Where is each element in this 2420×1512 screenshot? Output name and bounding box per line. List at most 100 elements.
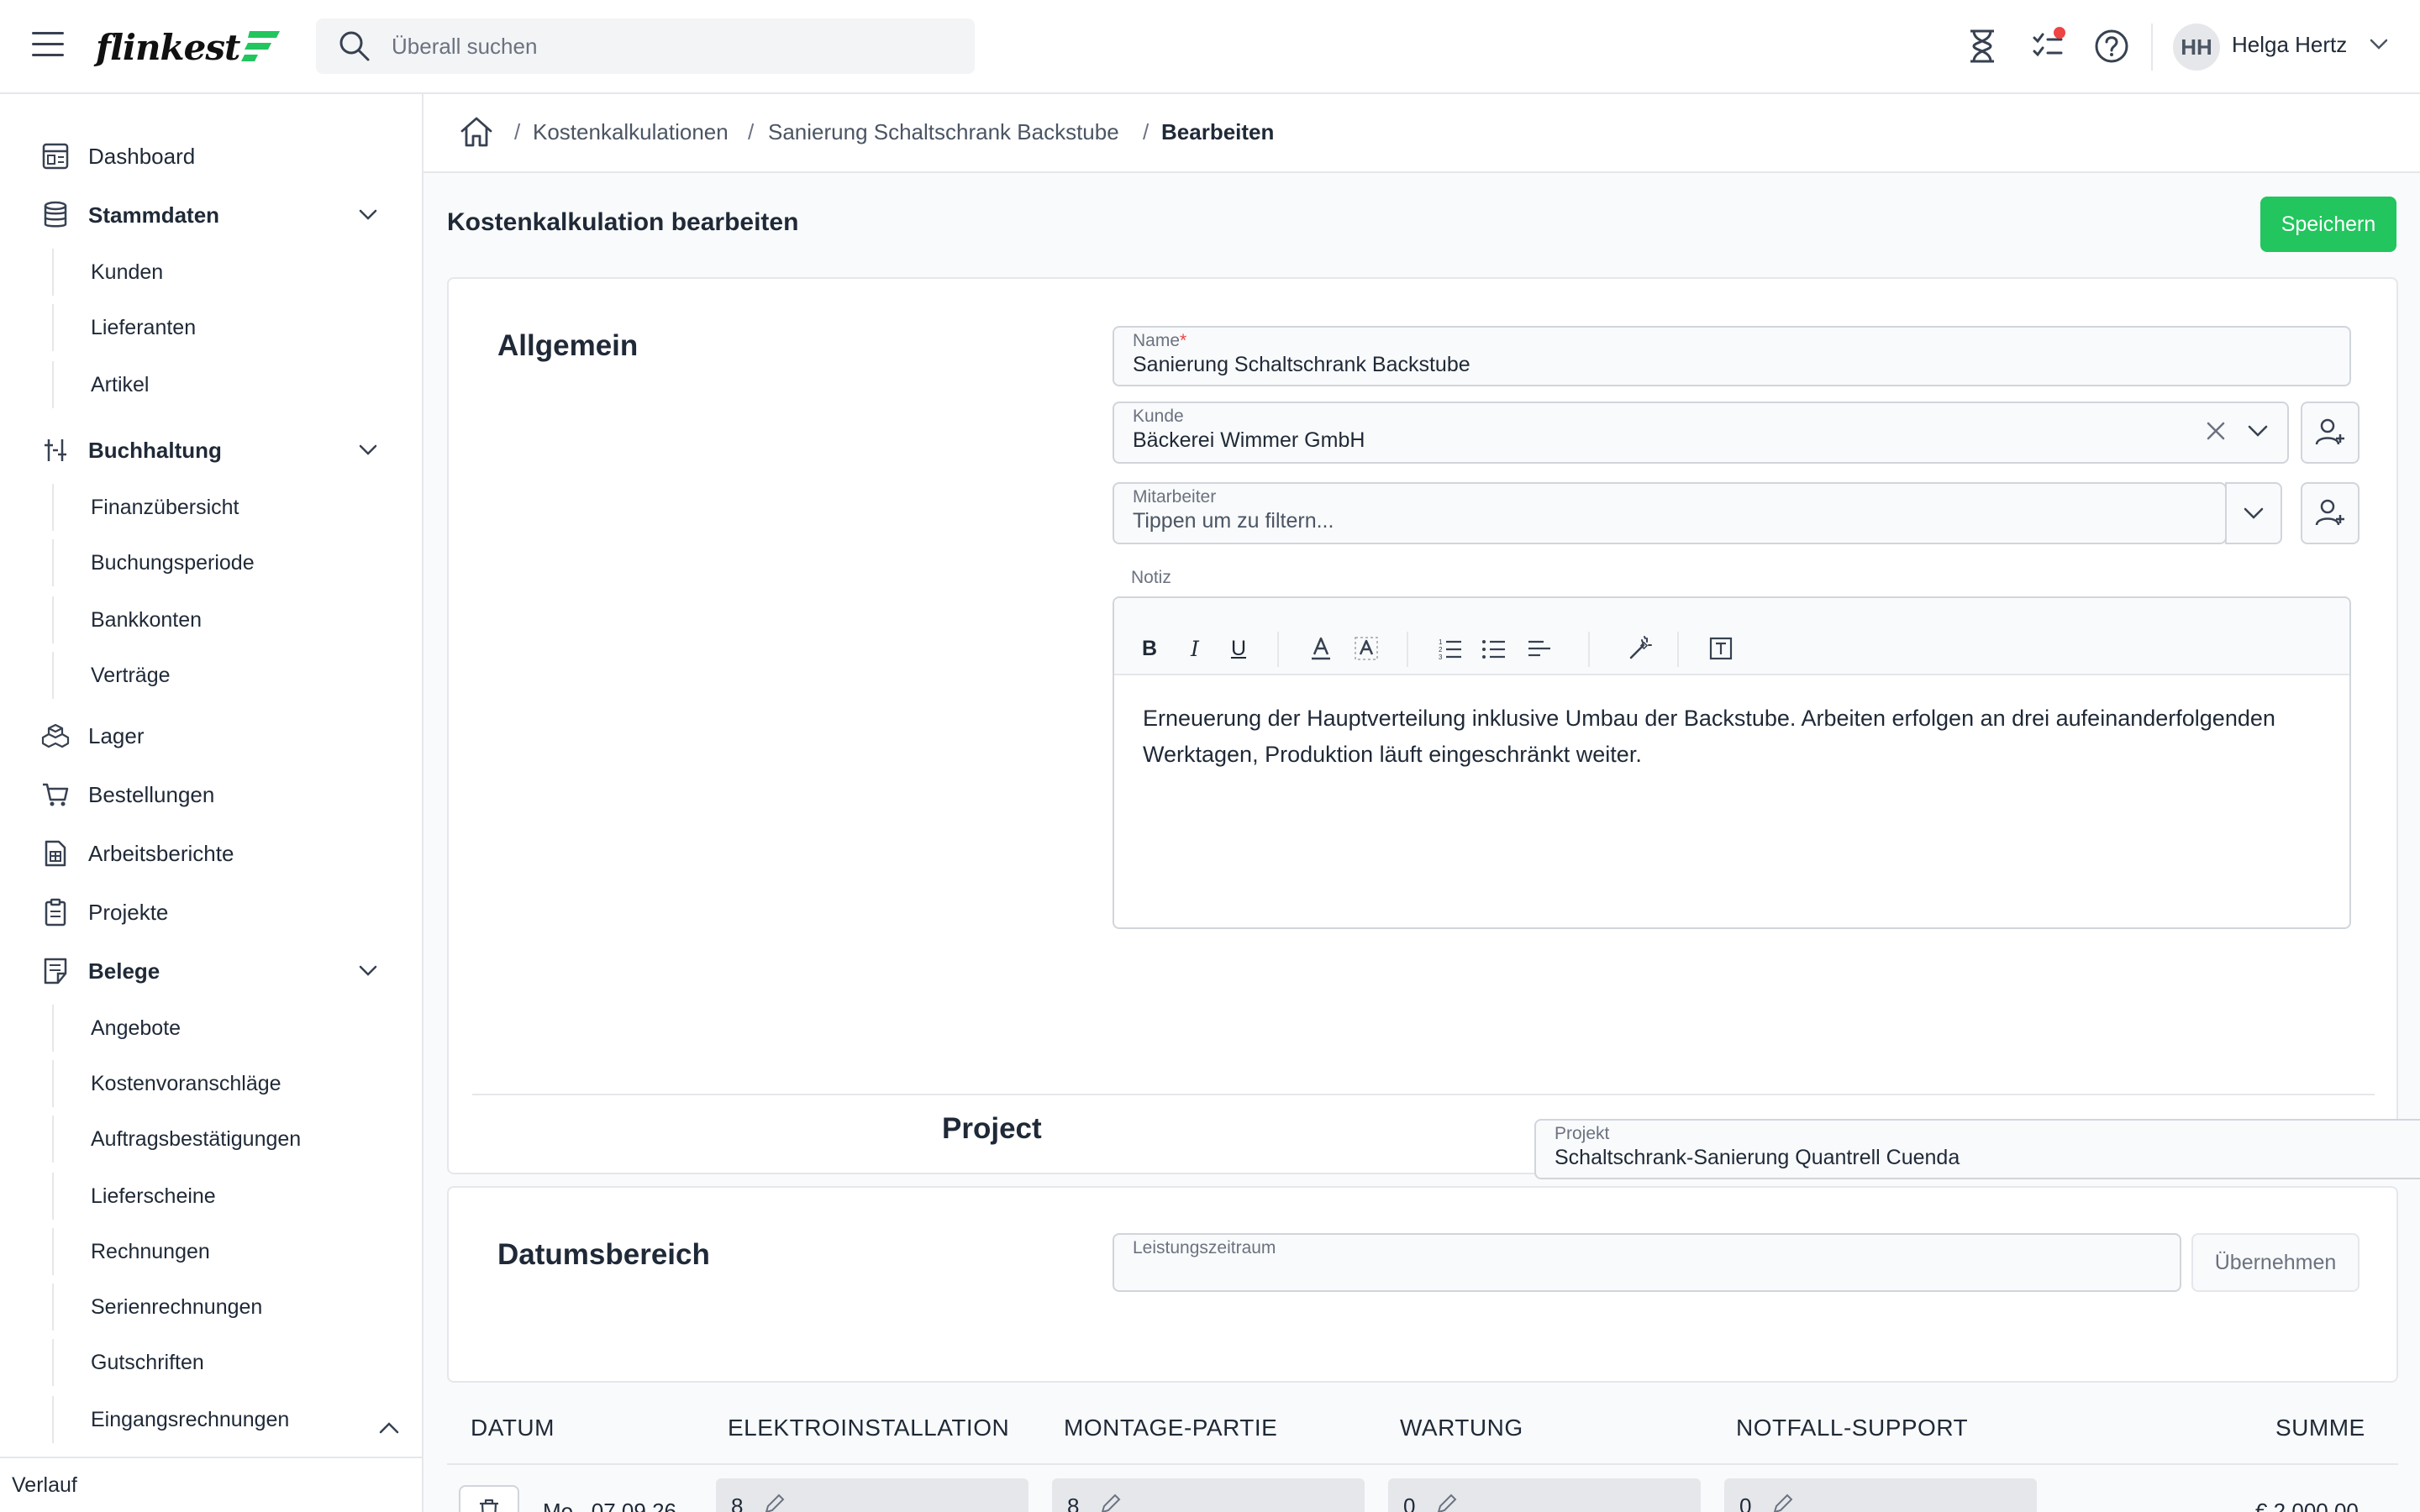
tasks-icon[interactable]	[2028, 27, 2067, 66]
add-customer-button[interactable]	[2301, 402, 2360, 464]
user-name[interactable]: Helga Hertz	[2232, 32, 2347, 58]
cell-montage-partie[interactable]: 8	[1052, 1478, 1365, 1512]
sidebar-item-gutschriften[interactable]: Gutschriften	[52, 1339, 422, 1386]
bullet-list-icon[interactable]	[1481, 635, 1507, 662]
sidebar-subitem-label: Gutschriften	[91, 1350, 204, 1374]
sidebar-item-belege[interactable]: Belege	[0, 946, 422, 996]
cart-icon	[40, 780, 71, 810]
logo-text: flinkest	[96, 26, 240, 68]
search-icon	[339, 31, 370, 61]
receipt-icon	[40, 956, 71, 986]
leistungszeitraum-field[interactable]: Leistungszeitraum	[1113, 1233, 2181, 1292]
bold-icon[interactable]: B	[1136, 635, 1163, 662]
main-content: / Kostenkalkulationen / Sanierung Schalt…	[424, 94, 2420, 1512]
chevron-down-icon[interactable]	[2368, 37, 2390, 52]
clear-icon[interactable]	[2203, 418, 2228, 444]
sidebar-item-kostenvoranschlaege[interactable]: Kostenvoranschläge	[52, 1060, 422, 1107]
sidebar-item-artikel[interactable]: Artikel	[52, 361, 422, 408]
date-range-card: Datumsbereich Leistungszeitraum Übernehm…	[447, 1186, 2398, 1383]
page-title: Kostenkalkulation bearbeiten	[447, 208, 799, 236]
underline-icon[interactable]: U	[1225, 635, 1252, 662]
section-title-datumsbereich: Datumsbereich	[497, 1238, 710, 1271]
cell-elektroinstallation[interactable]: 8	[716, 1478, 1028, 1512]
column-header-wartung: WARTUNG	[1400, 1415, 1523, 1441]
chevron-down-icon[interactable]	[2245, 418, 2270, 444]
sidebar-subitem-label: Verträge	[91, 663, 171, 687]
toolbar-separator	[1588, 632, 1590, 667]
hourglass-icon[interactable]	[1963, 27, 2002, 66]
column-header-notfall-support: NOTFALL-SUPPORT	[1736, 1415, 1969, 1441]
logo-mark-icon	[241, 31, 281, 61]
sidebar-item-rechnungen[interactable]: Rechnungen	[52, 1228, 422, 1275]
sidebar: Dashboard Stammdaten Kunden Lieferanten …	[0, 94, 424, 1512]
home-icon[interactable]	[459, 114, 494, 150]
menu-icon[interactable]	[32, 32, 64, 60]
breadcrumb-item-kostenkalkulationen[interactable]: Kostenkalkulationen	[533, 119, 729, 145]
column-header-elektroinstallation: ELEKTROINSTALLATION	[728, 1415, 1010, 1441]
toolbar-divider	[2151, 24, 2153, 71]
avatar[interactable]: HH	[2173, 24, 2220, 71]
sidebar-item-kunden[interactable]: Kunden	[52, 249, 422, 296]
ordered-list-icon[interactable]: 123	[1437, 635, 1464, 662]
text-block-icon[interactable]	[1707, 635, 1734, 662]
sidebar-subitem-label: Kunden	[91, 260, 164, 284]
sidebar-item-finanzuebersicht[interactable]: Finanzübersicht	[52, 484, 422, 531]
cell-notfall-support[interactable]: 0	[1724, 1478, 2037, 1512]
sidebar-item-dashboard[interactable]: Dashboard	[0, 131, 422, 181]
mitarbeiter-select[interactable]: Mitarbeiter Tippen um zu filtern...	[1113, 482, 2227, 544]
sidebar-item-arbeitsberichte[interactable]: Arbeitsberichte	[0, 828, 422, 879]
sidebar-item-buchhaltung[interactable]: Buchhaltung	[0, 425, 422, 475]
apply-button[interactable]: Übernehmen	[2191, 1233, 2360, 1292]
cell-wartung[interactable]: 0	[1388, 1478, 1701, 1512]
name-field[interactable]: Name* Sanierung Schaltschrank Backstube	[1113, 326, 2351, 386]
sidebar-item-eingangsrechnungen[interactable]: Eingangsrechnungen	[52, 1396, 422, 1443]
sidebar-item-angebote[interactable]: Angebote	[52, 1005, 422, 1052]
sidebar-item-vertraege[interactable]: Verträge	[52, 652, 422, 699]
mitarbeiter-dropdown-button[interactable]	[2225, 482, 2282, 544]
sidebar-item-auftragsbestaetigungen[interactable]: Auftragsbestätigungen	[52, 1116, 422, 1163]
sidebar-item-bankkonten[interactable]: Bankkonten	[52, 596, 422, 643]
italic-icon[interactable]: I	[1181, 635, 1208, 662]
general-card: Allgemein Name* Sanierung Schaltschrank …	[447, 277, 2398, 1174]
section-title-allgemein: Allgemein	[497, 329, 639, 362]
notiz-text[interactable]: Erneuerung der Hauptverteilung inklusive…	[1143, 701, 2319, 773]
notiz-editor[interactable]: B I U 123 Erneuerung der Hauptverteilung…	[1113, 596, 2351, 929]
svg-text:1: 1	[1439, 638, 1443, 646]
sidebar-item-lieferscheine[interactable]: Lieferscheine	[52, 1173, 422, 1220]
sidebar-item-label: Bestellungen	[88, 781, 215, 807]
editor-toolbar: B I U 123	[1114, 598, 2349, 675]
toolbar-separator	[1277, 632, 1279, 667]
sidebar-item-serienrechnungen[interactable]: Serienrechnungen	[52, 1284, 422, 1331]
clear-formatting-icon[interactable]	[1627, 635, 1654, 662]
sidebar-item-bestellungen[interactable]: Bestellungen	[0, 769, 422, 820]
pencil-icon	[1101, 1494, 1121, 1512]
add-employee-button[interactable]	[2301, 482, 2360, 544]
sidebar-subitem-label: Kostenvoranschläge	[91, 1071, 281, 1095]
delete-row-button[interactable]	[459, 1485, 519, 1512]
global-search[interactable]	[316, 18, 975, 74]
sidebar-item-lager[interactable]: Lager	[0, 711, 422, 761]
app-logo[interactable]: flinkest	[96, 25, 281, 69]
save-button[interactable]: Speichern	[2260, 197, 2396, 252]
chevron-up-icon[interactable]	[376, 1420, 402, 1436]
search-input[interactable]	[392, 33, 938, 60]
kunde-field-label: Kunde	[1133, 407, 1184, 426]
sidebar-item-lieferanten[interactable]: Lieferanten	[52, 304, 422, 351]
breadcrumb-item-project[interactable]: Sanierung Schaltschrank Backstube	[768, 119, 1119, 145]
history-panel-toggle[interactable]: Verlauf	[0, 1457, 422, 1512]
section-divider	[472, 1094, 2375, 1095]
kunde-select[interactable]: Kunde Bäckerei Wimmer GmbH	[1113, 402, 2289, 464]
sidebar-subitem-label: Auftragsbestätigungen	[91, 1126, 302, 1151]
breadcrumb-current: Bearbeiten	[1161, 119, 1275, 144]
help-icon[interactable]	[2092, 27, 2131, 66]
sidebar-subitem-label: Rechnungen	[91, 1239, 210, 1263]
sidebar-item-buchungsperiode[interactable]: Buchungsperiode	[52, 539, 422, 586]
highlight-color-icon[interactable]	[1353, 635, 1380, 662]
name-value: Sanierung Schaltschrank Backstube	[1133, 353, 1470, 376]
projekt-select[interactable]: Projekt Schaltschrank-Sanierung Quantrel…	[1534, 1119, 2420, 1179]
sidebar-item-projekte[interactable]: Projekte	[0, 887, 422, 937]
sidebar-item-stammdaten[interactable]: Stammdaten	[0, 190, 422, 240]
align-left-icon[interactable]	[1526, 635, 1553, 662]
text-color-icon[interactable]	[1307, 635, 1334, 662]
top-bar: flinkest HH H	[0, 0, 2420, 94]
